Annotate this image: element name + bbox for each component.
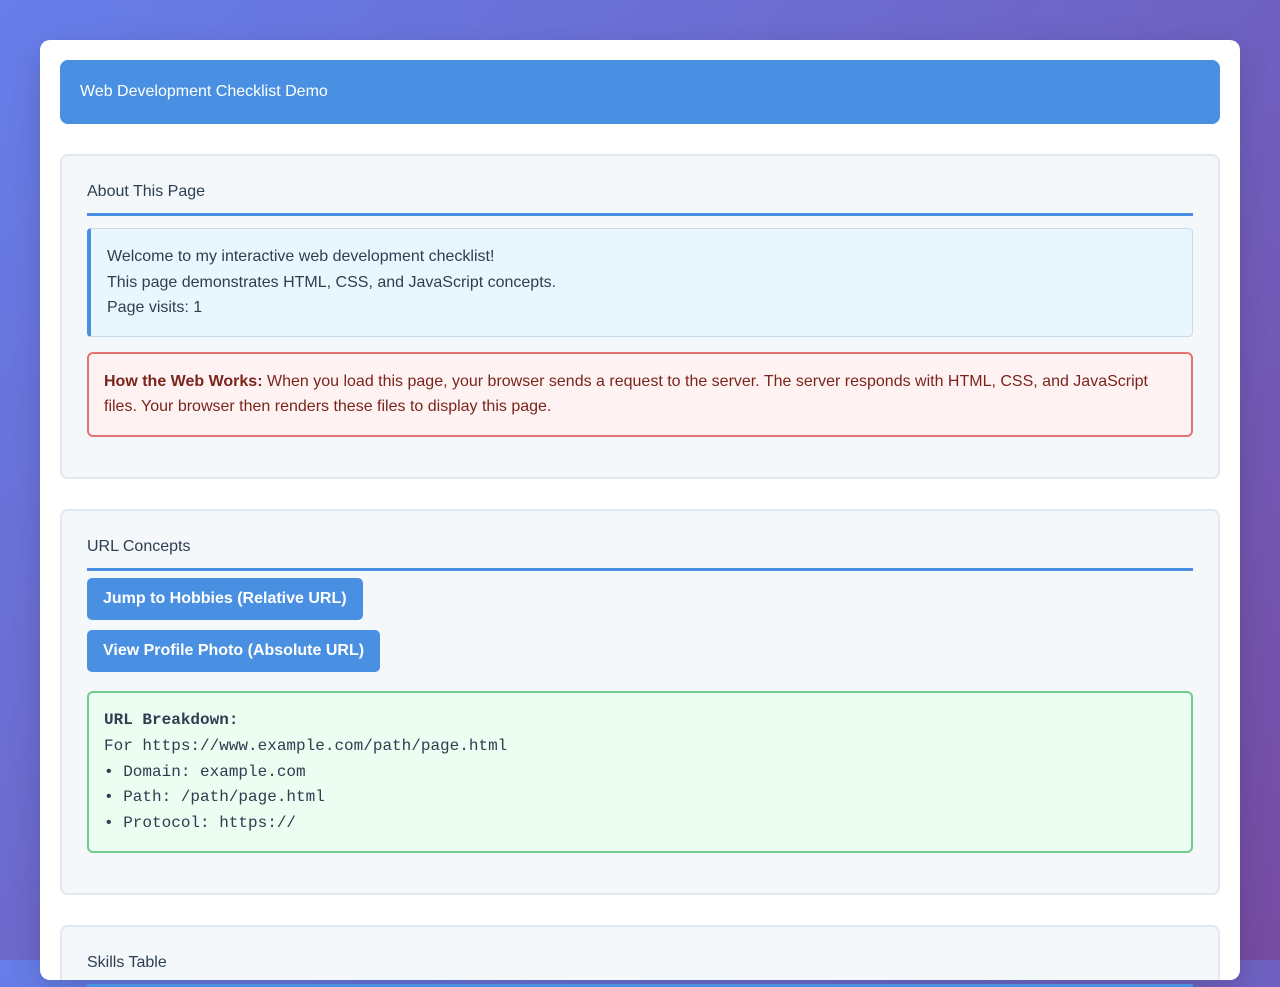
- main-container: Web Development Checklist Demo About Thi…: [40, 40, 1240, 987]
- url-path-line: • Path: /path/page.html: [104, 788, 325, 807]
- url-domain-line: • Domain: example.com: [104, 762, 306, 781]
- url-concepts-section: URL Concepts Jump to Hobbies (Relative U…: [60, 509, 1220, 895]
- jump-to-hobbies-button[interactable]: Jump to Hobbies (Relative URL): [87, 578, 363, 620]
- about-section-title: About This Page: [87, 180, 1193, 216]
- view-profile-photo-button[interactable]: View Profile Photo (Absolute URL): [87, 630, 381, 672]
- url-breakdown-box: URL Breakdown: For https://www.example.c…: [87, 691, 1193, 853]
- url-example-line: For https://www.example.com/path/page.ht…: [104, 736, 508, 755]
- about-section: About This Page Welcome to my interactiv…: [60, 154, 1220, 479]
- page-visits-counter: Page visits: 1: [107, 299, 203, 317]
- welcome-line: Welcome to my interactive web developmen…: [107, 248, 495, 265]
- welcome-info-box: Welcome to my interactive web developmen…: [87, 228, 1193, 337]
- description-line: This page demonstrates HTML, CSS, and Ja…: [107, 273, 557, 291]
- url-section-title: URL Concepts: [87, 535, 1193, 571]
- skills-section-title: Skills Table: [87, 951, 1193, 987]
- how-web-works-label: How the Web Works:: [104, 373, 263, 390]
- how-web-works-box: How the Web Works: When you load this pa…: [87, 352, 1193, 437]
- page-header: Web Development Checklist Demo: [60, 60, 1220, 124]
- url-breakdown-title: URL Breakdown:: [104, 711, 239, 729]
- page-title: Web Development Checklist Demo: [80, 83, 328, 100]
- skills-table-section: Skills Table: [60, 925, 1220, 987]
- url-protocol-line: • Protocol: https://: [104, 814, 297, 833]
